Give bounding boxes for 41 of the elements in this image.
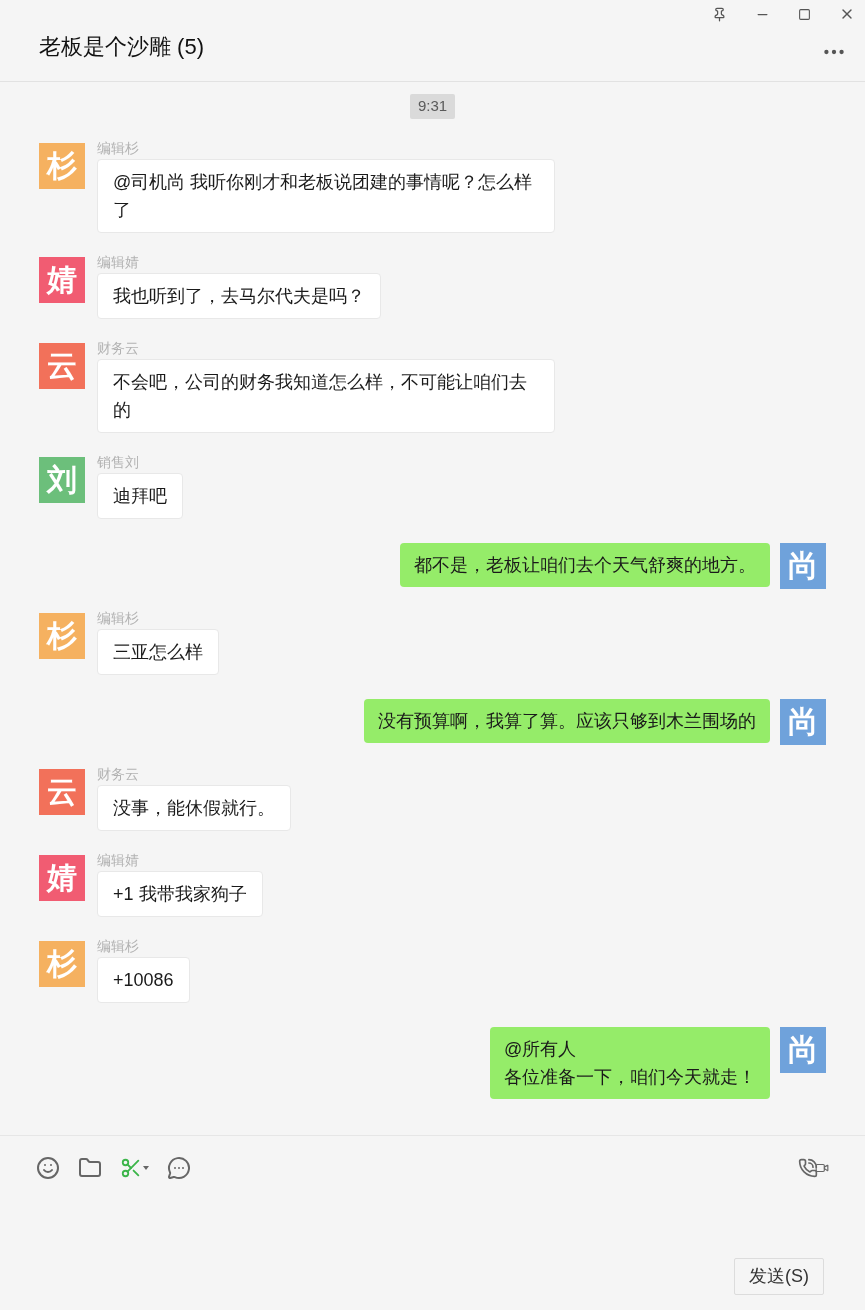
message-line: 各位准备一下，咱们今天就走！ (504, 1065, 756, 1089)
message-bubble: +1 我带我家狗子 (97, 870, 263, 917)
timestamp: 9:31 (409, 94, 456, 119)
emoji-icon[interactable] (36, 1155, 60, 1180)
call-icon[interactable] (798, 1157, 829, 1178)
message-bubble: 迪拜吧 (97, 472, 183, 519)
avatar[interactable]: 婧 (39, 256, 85, 303)
sender-name: 编辑杉 (97, 936, 140, 955)
message-bubble: 没有预算啊，我算了算。应该只够到木兰围场的 (364, 698, 770, 743)
maximize-icon[interactable] (798, 7, 811, 21)
avatar[interactable]: 尚 (780, 542, 826, 589)
message-bubble: 三亚怎么样 (97, 628, 219, 675)
input-field[interactable]: 发送(S) (0, 1199, 865, 1310)
avatar[interactable]: 尚 (780, 698, 826, 745)
sender-name: 编辑婧 (97, 850, 140, 869)
send-button[interactable]: 发送(S) (734, 1258, 824, 1295)
message-bubble: 都不是，老板让咱们去个天气舒爽的地方。 (400, 542, 770, 587)
sender-name: 编辑杉 (97, 608, 140, 627)
avatar[interactable]: 杉 (39, 612, 85, 659)
avatar[interactable]: 杉 (39, 142, 85, 189)
message-bubble: +10086 (97, 956, 190, 1003)
avatar[interactable]: 刘 (39, 456, 85, 503)
avatar[interactable]: 尚 (780, 1026, 826, 1073)
sender-name: 财务云 (97, 764, 140, 783)
chat-icon[interactable] (167, 1155, 191, 1180)
sender-name: 编辑婧 (97, 252, 140, 271)
message-bubble: 我也听到了，去马尔代夫是吗？ (97, 272, 381, 319)
sender-name: 销售刘 (97, 452, 140, 471)
avatar[interactable]: 婧 (39, 854, 85, 901)
message-bubble: @司机尚 我听你刚才和老板说团建的事情呢？怎么样了 (97, 158, 555, 233)
message-line: @所有人 (504, 1037, 578, 1061)
avatar[interactable]: 杉 (39, 940, 85, 987)
sender-name: 编辑杉 (97, 138, 140, 157)
pin-icon[interactable] (712, 6, 727, 22)
window-title: 老板是个沙雕 (5) (39, 33, 204, 61)
sender-name: 财务云 (97, 338, 140, 357)
message-bubble: 不会吧，公司的财务我知道怎么样，不可能让咱们去的 (97, 358, 555, 433)
folder-icon[interactable] (78, 1155, 102, 1180)
avatar[interactable]: 云 (39, 342, 85, 389)
avatar[interactable]: 云 (39, 768, 85, 815)
message-bubble: 没事，能休假就行。 (97, 784, 291, 831)
